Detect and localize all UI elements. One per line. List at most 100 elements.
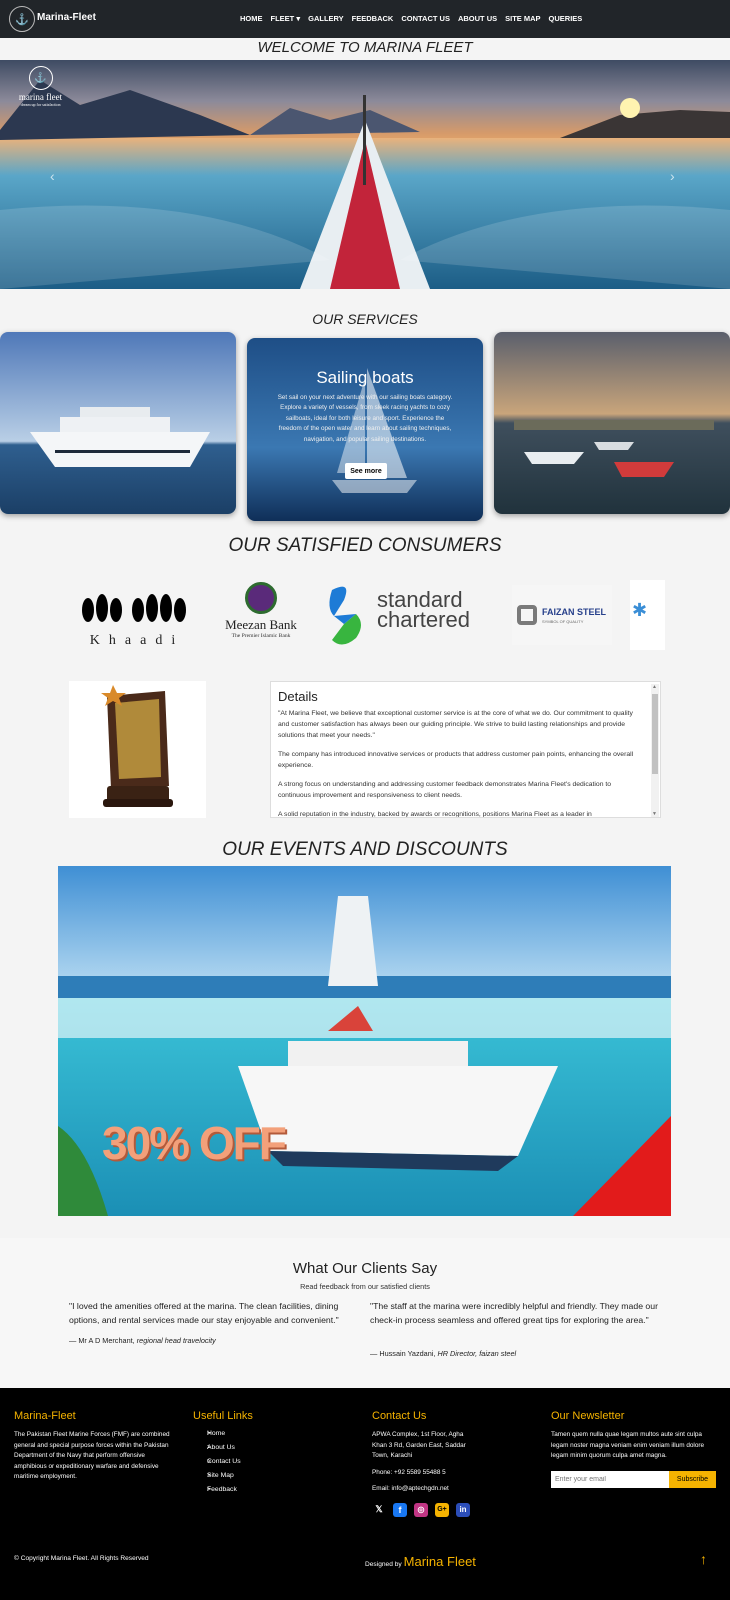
details-scrollbar[interactable]: ▲ ▼ — [651, 684, 659, 817]
testimonials-title: What Our Clients Say — [292, 1260, 438, 1277]
standard-chartered-logo[interactable]: standard chartered — [322, 580, 502, 650]
chevron-right-icon: > — [207, 1486, 211, 1493]
author-1-name: — Mr A D Merchant, — [69, 1336, 135, 1345]
footer-link-label: Home — [207, 1430, 226, 1437]
testimonial-quote-1: "I loved the amenities offered at the ma… — [69, 1301, 339, 1325]
footer-newsletter-text: Tamen quem nulla quae legam multos aute … — [551, 1431, 705, 1460]
nav-contact-us[interactable]: CONTACT US — [401, 14, 450, 23]
services-title: OUR SERVICES — [312, 311, 418, 327]
hero-carousel: ⚓ marina fleet dream up for satisfaction… — [0, 60, 730, 289]
nav-site-map[interactable]: SITE MAP — [505, 14, 540, 23]
see-more-button[interactable]: See more — [345, 463, 387, 479]
newsletter-form: Subscribe — [551, 1470, 716, 1488]
footer-links-title: Useful Links — [193, 1410, 253, 1422]
events-title: OUR EVENTS AND DISCOUNTS — [222, 839, 508, 860]
service-card-harbor[interactable] — [494, 332, 730, 514]
meezan-bank-logo[interactable]: Meezan Bank The Premier Islamic Bank — [220, 580, 302, 648]
details-paragraph-2: The company has introduced innovative se… — [278, 751, 634, 769]
faizan-tagline: SYMBOL OF QUALITY — [542, 619, 584, 624]
footer-address: APWA Complex, 1st Floor, Agha Khan 3 Rd,… — [372, 1431, 466, 1460]
card-description: Set sail on your next adventure with our… — [277, 394, 453, 443]
standard-chartered-text: standard chartered — [377, 587, 470, 632]
nav-gallery[interactable]: GALLERY — [308, 14, 344, 23]
khaadi-logo[interactable]: Khaadi — [78, 592, 196, 648]
service-card-sailing-boats[interactable]: Sailing boats Set sail on your next adve… — [247, 338, 483, 521]
discount-text: 30% OFF — [102, 1117, 287, 1169]
designer-name[interactable]: Marina Fleet — [404, 1554, 476, 1569]
designed-by: Designed by Marina Fleet — [365, 1554, 476, 1569]
nav-links: HOME FLEET ▾ GALLERY FEEDBACK CONTACT US… — [240, 14, 590, 23]
footer-about-title: Marina-Fleet — [14, 1410, 76, 1422]
copyright-text: © Copyright Marina Fleet. All Rights Res… — [14, 1555, 149, 1562]
footer-link-about[interactable]: >About Us — [193, 1444, 343, 1451]
author-1-role: regional head travelocity — [136, 1336, 216, 1345]
consumer-logos-strip: Khaadi Meezan Bank The Premier Islamic B… — [70, 580, 665, 650]
details-paragraph-3: A strong focus on understanding and addr… — [278, 781, 612, 799]
footer-about-text: The Pakistan Fleet Marine Forces (FMF) a… — [14, 1431, 170, 1481]
footer-newsletter-title: Our Newsletter — [551, 1410, 625, 1422]
scroll-down-icon[interactable]: ▼ — [652, 811, 657, 817]
linkedin-icon[interactable]: in — [456, 1502, 470, 1517]
harbor-image — [494, 332, 730, 514]
footer-phone: Phone: +92 5589 55488 5 — [372, 1468, 446, 1476]
nav-fleet-dropdown[interactable]: FLEET ▾ — [271, 14, 301, 23]
footer-newsletter: Our Newsletter Tamen quem nulla quae leg… — [551, 1410, 716, 1488]
meezan-emblem-icon — [245, 582, 277, 614]
footer-about: Marina-Fleet The Pakistan Fleet Marine F… — [14, 1410, 179, 1483]
carousel-next-icon[interactable]: › — [670, 168, 675, 184]
nav-feedback[interactable]: FEEDBACK — [352, 14, 394, 23]
hero-boat-scene — [0, 80, 730, 289]
award-trophy-image — [69, 681, 206, 818]
designed-by-label: Designed by — [365, 1561, 402, 1568]
nav-home[interactable]: HOME — [240, 14, 263, 23]
facebook-icon[interactable]: f — [393, 1502, 407, 1517]
footer-link-label: Feedback — [207, 1486, 237, 1493]
newsletter-email-input[interactable] — [551, 1470, 669, 1488]
faizan-hex-icon — [517, 605, 537, 625]
google-plus-icon[interactable]: G+ — [435, 1502, 449, 1517]
testimonial-quote-2: "The staff at the marina were incredibly… — [370, 1301, 658, 1325]
footer-useful-links: Useful Links >Home >About Us >Contact Us… — [193, 1410, 343, 1500]
scroll-up-icon[interactable]: ▲ — [652, 684, 657, 690]
footer-contact-title: Contact Us — [372, 1410, 427, 1422]
scroll-thumb[interactable] — [652, 694, 658, 774]
author-2-name: — Hussain Yazdani, — [370, 1349, 436, 1358]
details-heading: Details — [278, 689, 318, 704]
welcome-heading: WELCOME TO MARINA FLEET — [257, 39, 473, 56]
back-to-top-icon[interactable]: ↑ — [700, 1551, 707, 1567]
footer-link-home[interactable]: >Home — [193, 1430, 343, 1437]
nav-about-us[interactable]: ABOUT US — [458, 14, 497, 23]
chevron-right-icon: > — [207, 1472, 211, 1479]
khaadi-logo-text: Khaadi — [89, 633, 185, 648]
partial-logo[interactable]: ✱ — [630, 580, 665, 650]
khaadi-mark-icon — [82, 594, 186, 622]
anchor-icon: ⚓ — [28, 66, 53, 90]
footer-link-sitemap[interactable]: >Site Map — [193, 1472, 343, 1479]
testimonial-author-1: — Mr A D Merchant, regional head travelo… — [69, 1336, 216, 1345]
x-twitter-icon[interactable]: 𝕏 — [372, 1503, 386, 1517]
footer-link-contact[interactable]: >Contact Us — [193, 1458, 343, 1465]
trophy-icon — [101, 685, 173, 807]
flower-icon: ✱ — [632, 600, 648, 620]
footer-link-label: About Us — [207, 1444, 235, 1451]
footer-link-feedback[interactable]: >Feedback — [193, 1486, 343, 1493]
top-navbar: ⚓ Marina-Fleet HOME FLEET ▾ GALLERY FEED… — [0, 0, 730, 38]
testimonial-author-2: — Hussain Yazdani, HR Director, faizan s… — [370, 1349, 516, 1358]
brand-logo-icon[interactable]: ⚓ — [9, 6, 35, 32]
service-card-cruise[interactable] — [0, 332, 236, 514]
faizan-steel-logo[interactable]: FAIZAN STEEL SYMBOL OF QUALITY — [512, 585, 612, 645]
nav-queries[interactable]: QUERIES — [549, 14, 583, 23]
cruise-ship-image — [0, 332, 236, 514]
consumers-title: OUR SATISFIED CONSUMERS — [228, 535, 502, 556]
instagram-icon[interactable]: ◎ — [414, 1502, 428, 1517]
hero-logo-text: marina fleet — [18, 92, 63, 102]
hero-logo: ⚓ marina fleet dream up for satisfaction — [8, 66, 73, 107]
hero-logo-tagline: dream up for satisfaction — [20, 102, 61, 107]
details-panel[interactable]: Details "At Marina Fleet, we believe tha… — [270, 681, 661, 818]
social-icons: 𝕏 f ◎ G+ in — [372, 1502, 522, 1517]
carousel-prev-icon[interactable]: ‹ — [50, 168, 55, 184]
meezan-tagline: The Premier Islamic Bank — [231, 633, 291, 639]
brand-name[interactable]: Marina-Fleet — [37, 12, 96, 23]
discount-banner[interactable]: 30% OFF — [58, 866, 671, 1216]
subscribe-button[interactable]: Subscribe — [669, 1470, 716, 1488]
